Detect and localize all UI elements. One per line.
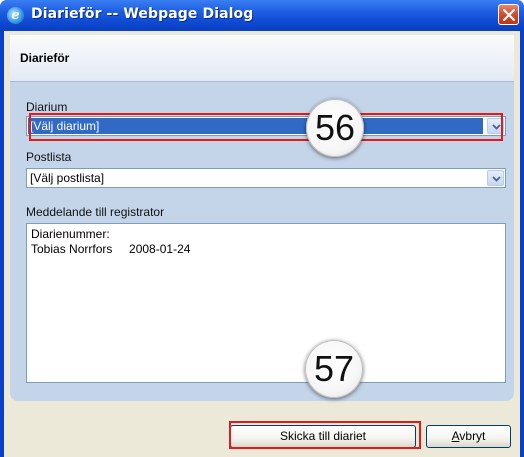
postlista-label: Postlista (26, 150, 72, 164)
dialog-window: e Diarieför -- Webpage Dialog Diarieför … (0, 0, 524, 457)
dialog-body: Diarieför Diarium [Välj diarium] Postlis… (4, 31, 520, 457)
close-icon (503, 9, 515, 21)
close-button[interactable] (498, 4, 519, 25)
chevron-down-icon (492, 176, 501, 182)
window-title: Diarieför -- Webpage Dialog (31, 6, 254, 22)
form-panel: Diarieför Diarium [Välj diarium] Postlis… (10, 35, 514, 401)
meddelande-label: Meddelande till registrator (26, 205, 165, 219)
step-badge-56: 56 (306, 99, 364, 157)
panel-title: Diarieför (20, 51, 70, 65)
step-badge-57: 57 (305, 340, 363, 398)
postlista-selected-value: [Välj postlista] (30, 171, 105, 185)
diarium-label: Diarium (26, 100, 68, 114)
title-bar[interactable]: e Diarieför -- Webpage Dialog (0, 0, 524, 31)
cancel-button[interactable]: Avbryt (426, 425, 511, 448)
panel-header: Diarieför (10, 35, 514, 82)
diarium-highlight-frame (29, 113, 503, 141)
postlista-select[interactable]: [Välj postlista] (26, 168, 506, 188)
submit-highlight-frame (229, 421, 421, 449)
ie-icon: e (7, 7, 24, 24)
meddelande-textarea[interactable]: Diarienummer: Tobias Norrfors 2008-01-24 (26, 223, 506, 383)
postlista-dropdown-button[interactable] (487, 170, 504, 186)
